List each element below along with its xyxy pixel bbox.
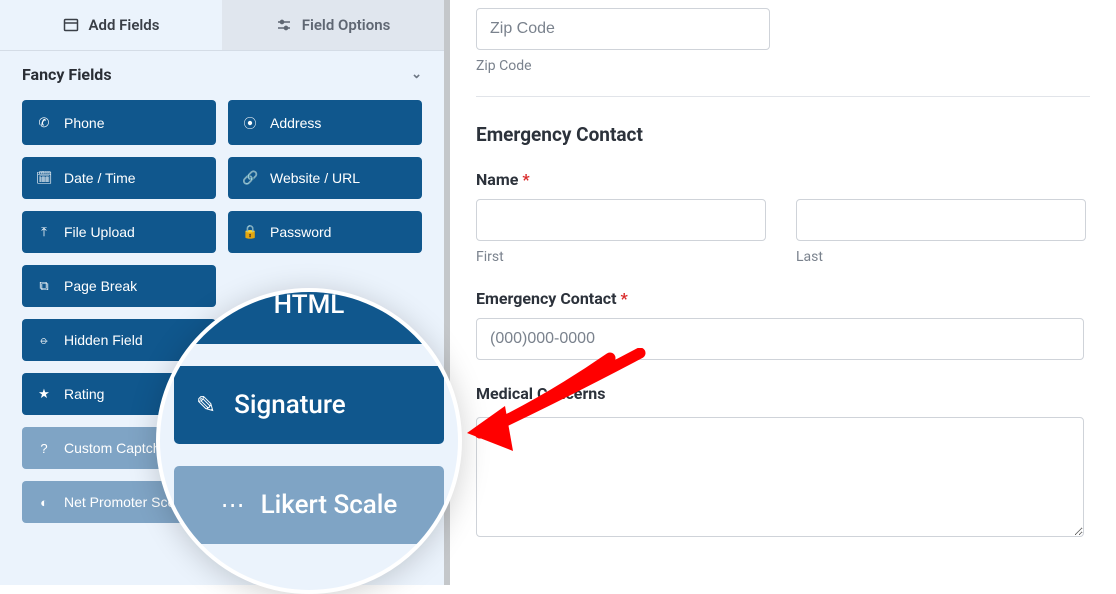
- zip-helper: Zip Code: [476, 58, 1090, 74]
- pencil-icon: ✎: [196, 391, 216, 419]
- field-password[interactable]: 🔒 Password: [228, 211, 422, 253]
- field-url[interactable]: 🔗 Website / URL: [228, 157, 422, 199]
- field-label: Page Break: [64, 278, 137, 294]
- first-name-input[interactable]: [476, 199, 766, 241]
- ec-phone-input[interactable]: [476, 318, 1084, 360]
- medical-textarea[interactable]: [476, 417, 1084, 537]
- question-icon: ?: [36, 441, 52, 456]
- pin-icon: ⦿: [242, 113, 258, 132]
- last-name-input[interactable]: [796, 199, 1086, 241]
- field-label: Hidden Field: [64, 332, 143, 348]
- required-asterisk: *: [621, 289, 628, 308]
- label-ec: Emergency Contact *: [476, 289, 1090, 308]
- sidebar: Add Fields Field Options Fancy Fields ⌄ …: [0, 0, 450, 585]
- field-zip: Zip Code: [476, 8, 1090, 74]
- name-pair: First Last: [476, 199, 1090, 265]
- field-address[interactable]: ⦿ Address: [228, 100, 422, 145]
- sidebar-tabs: Add Fields Field Options: [0, 0, 444, 51]
- lock-icon: 🔒: [242, 224, 258, 240]
- mag-item-likert: ⋯ Likert Scale: [174, 466, 444, 544]
- mag-item-html: HTML: [174, 288, 444, 344]
- calendar-icon: 🗓︎: [36, 170, 52, 186]
- field-label: Password: [270, 224, 331, 240]
- pagebreak-icon: ⧉: [36, 278, 52, 294]
- divider: [476, 96, 1090, 97]
- mag-label: HTML: [274, 290, 345, 320]
- zip-input[interactable]: [476, 8, 770, 50]
- field-label: Phone: [64, 115, 104, 131]
- section-fancy-fields[interactable]: Fancy Fields ⌄: [0, 51, 444, 90]
- field-upload[interactable]: ⤒ File Upload: [22, 211, 216, 253]
- field-label: Address: [270, 115, 321, 131]
- field-label: File Upload: [64, 224, 135, 240]
- first-helper: First: [476, 249, 770, 265]
- required-asterisk: *: [522, 170, 529, 189]
- magnifier-callout: HTML ✎ Signature ⋯ Likert Scale: [156, 288, 462, 594]
- section-title: Fancy Fields: [22, 65, 112, 84]
- mag-item-signature[interactable]: ✎ Signature: [174, 366, 444, 444]
- dots-icon: ⋯: [221, 491, 245, 519]
- field-label: Custom Captcha: [64, 440, 168, 456]
- heading-emergency: Emergency Contact: [476, 123, 1090, 146]
- phone-icon: ✆: [36, 115, 52, 131]
- label-medical: Medical Concerns: [476, 384, 1090, 403]
- tab-label: Add Fields: [89, 16, 160, 34]
- sliders-icon: [276, 17, 292, 33]
- upload-icon: ⤒: [36, 224, 52, 240]
- star-icon: ★: [36, 386, 52, 402]
- field-phone[interactable]: ✆ Phone: [22, 100, 216, 145]
- field-label: Website / URL: [270, 170, 360, 186]
- tab-label: Field Options: [302, 16, 391, 34]
- ec-wrap: [476, 318, 1090, 360]
- field-label: Rating: [64, 386, 104, 402]
- window-icon: [63, 17, 79, 33]
- tab-field-options[interactable]: Field Options: [222, 0, 444, 50]
- chevron-down-icon: ⌄: [411, 67, 422, 82]
- form-preview: Zip Code Emergency Contact Name * First …: [450, 0, 1116, 585]
- tab-add-fields[interactable]: Add Fields: [0, 0, 222, 50]
- field-label: Date / Time: [64, 170, 136, 186]
- field-datetime[interactable]: 🗓︎ Date / Time: [22, 157, 216, 199]
- last-helper: Last: [796, 249, 1090, 265]
- label-name: Name *: [476, 170, 1090, 189]
- mag-label: Likert Scale: [261, 490, 398, 520]
- eye-off-icon: ⦵: [36, 332, 52, 348]
- link-icon: 🔗: [242, 170, 258, 186]
- mag-label: Signature: [234, 390, 346, 420]
- gauge-icon: ◐: [36, 495, 52, 510]
